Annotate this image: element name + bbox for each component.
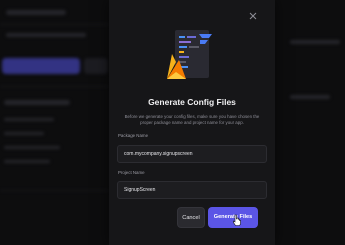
cancel-button[interactable]: Cancel <box>177 207 205 228</box>
pointer-cursor-icon <box>233 214 241 226</box>
dialog-title: Generate Config Files <box>148 97 236 107</box>
generate-config-dialog: Generate Config Files Before we generate… <box>109 0 275 245</box>
close-icon <box>249 12 257 20</box>
project-name-input[interactable]: SignupScreen <box>117 181 267 199</box>
config-files-illustration <box>167 30 212 79</box>
close-button[interactable] <box>247 10 259 22</box>
project-name-label: Project Name <box>118 170 145 175</box>
dialog-description: Before we generate your config files, ma… <box>124 114 260 125</box>
package-name-label: Package Name <box>118 133 149 138</box>
package-name-input[interactable]: com.mycompany.signupscreen <box>117 145 267 163</box>
